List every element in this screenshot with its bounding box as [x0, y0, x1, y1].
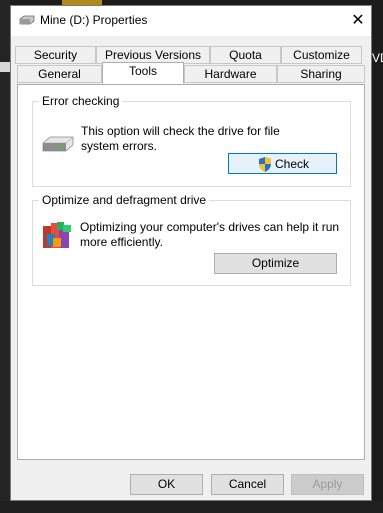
- uac-shield-icon: [259, 157, 271, 172]
- optimize-button[interactable]: Optimize: [214, 253, 337, 274]
- tab-hardware[interactable]: Hardware: [184, 65, 277, 83]
- background-strip: [0, 62, 10, 72]
- tab-sharing[interactable]: Sharing: [277, 65, 365, 83]
- optimize-title: Optimize and defragment drive: [39, 193, 210, 207]
- tab-security[interactable]: Security: [15, 46, 96, 64]
- cancel-button[interactable]: Cancel: [211, 474, 284, 495]
- check-button[interactable]: Check: [228, 153, 337, 174]
- tab-customize[interactable]: Customize: [281, 46, 362, 64]
- title-bar[interactable]: Mine (D:) Properties ✕: [11, 6, 371, 36]
- check-button-label: Check: [275, 157, 310, 171]
- drive-icon: [42, 136, 74, 152]
- drive-icon: [19, 15, 35, 25]
- ok-button[interactable]: OK: [130, 474, 203, 495]
- background-text: VD: [372, 51, 383, 65]
- tab-quota[interactable]: Quota: [210, 46, 281, 64]
- background-bottom: [0, 501, 383, 513]
- error-checking-description: This option will check the drive for fil…: [81, 124, 280, 153]
- optimize-group: Optimize and defragment drive Optimizing…: [32, 193, 351, 286]
- error-checking-group: Error checking This option will check th…: [32, 94, 351, 187]
- error-checking-title: Error checking: [39, 94, 123, 108]
- tab-tools[interactable]: Tools: [102, 62, 184, 84]
- window-title: Mine (D:) Properties: [40, 13, 148, 27]
- properties-dialog: Mine (D:) Properties ✕ Security Previous…: [10, 5, 372, 501]
- tools-panel: Error checking This option will check th…: [17, 84, 365, 460]
- apply-button[interactable]: Apply: [291, 474, 364, 495]
- background-left-window: [0, 0, 10, 513]
- defrag-icon: [43, 222, 71, 248]
- close-icon[interactable]: ✕: [346, 9, 370, 33]
- tab-general[interactable]: General: [17, 65, 102, 83]
- optimize-description: Optimizing your computer's drives can he…: [80, 220, 340, 249]
